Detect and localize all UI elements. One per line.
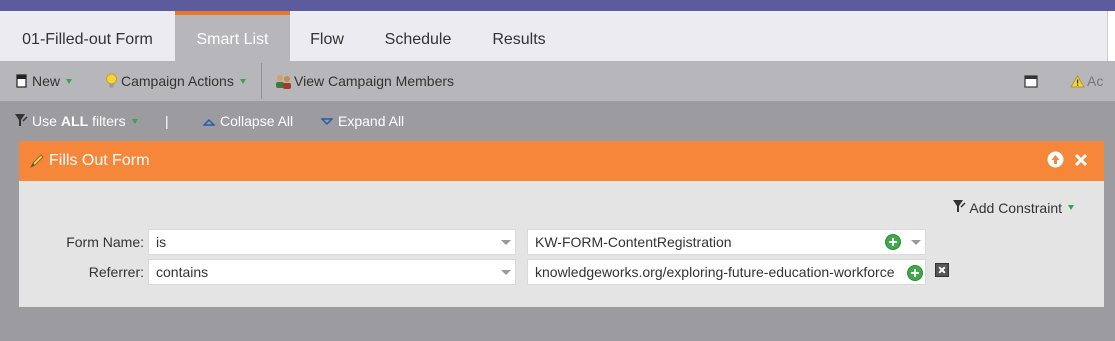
- filter-logic-button[interactable]: Use ALL filters: [14, 101, 138, 141]
- form-name-value: KW-FORM-ContentRegistration: [535, 234, 732, 250]
- add-constraint-button[interactable]: Add Constraint: [952, 198, 1074, 217]
- people-icon: [275, 74, 292, 89]
- filter-funnel-icon: [952, 198, 966, 217]
- new-menu-button[interactable]: New: [16, 61, 73, 101]
- top-accent-bar: [0, 0, 1115, 11]
- campaign-actions-label: Campaign Actions: [121, 73, 234, 89]
- move-up-icon[interactable]: [1047, 151, 1064, 173]
- use-all-emphasis: ALL: [60, 113, 89, 129]
- close-icon[interactable]: [1074, 153, 1088, 172]
- expand-label: Expand All: [338, 113, 405, 129]
- filter-options-bar: Use ALL filters | Collapse All Expand Al…: [0, 101, 1115, 141]
- activate-button[interactable]: Ac: [1070, 61, 1103, 101]
- chevron-down-icon: [66, 78, 73, 84]
- referrer-operator-select[interactable]: contains: [148, 259, 516, 285]
- chevron-down-icon: [1068, 205, 1074, 210]
- operator-value: contains: [156, 264, 209, 280]
- tab-bar: 01-Filled-out Form Smart List Flow Sched…: [0, 11, 1115, 61]
- form-name-value-select[interactable]: KW-FORM-ContentRegistration: [527, 229, 926, 255]
- filter-card-header: Fills Out Form: [19, 141, 1104, 181]
- lightbulb-icon: [105, 73, 118, 89]
- campaign-actions-button[interactable]: Campaign Actions: [105, 61, 246, 101]
- collapse-label: Collapse All: [220, 113, 294, 129]
- view-campaign-members-button[interactable]: View Campaign Members: [275, 61, 454, 101]
- chevron-down-icon: [501, 240, 511, 245]
- add-value-icon[interactable]: [907, 265, 923, 281]
- use-prefix: Use: [32, 113, 57, 129]
- add-constraint-label: Add Constraint: [969, 199, 1062, 216]
- warning-icon: [1070, 74, 1085, 88]
- filter-title: Fills Out Form: [49, 152, 150, 169]
- expand-all-button[interactable]: Expand All: [320, 101, 405, 141]
- chevron-down-icon: [501, 270, 511, 275]
- chevron-down-icon: [131, 118, 138, 124]
- referrer-value-input[interactable]: knowledgeworks.org/exploring-future-educ…: [527, 259, 926, 285]
- filter-card: Fills Out Form Add Constraint Form Name:…: [19, 141, 1104, 307]
- add-value-icon[interactable]: [885, 234, 901, 250]
- form-name-label: Form Name:: [66, 234, 144, 250]
- use-suffix: filters: [92, 113, 126, 129]
- toolbar: New Campaign Actions View Campaign Membe…: [0, 61, 1115, 101]
- window-icon: [1024, 74, 1038, 88]
- scroll-edge: [1107, 11, 1115, 61]
- tab-results[interactable]: Results: [472, 11, 566, 61]
- toolbar-divider: [261, 63, 262, 99]
- tab-flow[interactable]: Flow: [290, 11, 364, 61]
- filter-funnel-icon: [14, 112, 28, 131]
- new-label: New: [32, 73, 61, 89]
- new-doc-icon: [16, 74, 27, 88]
- tab-schedule[interactable]: Schedule: [364, 11, 472, 61]
- chevron-down-icon: [911, 240, 921, 245]
- collapse-icon: [202, 113, 216, 129]
- operator-value: is: [156, 234, 167, 250]
- pencil-icon: [29, 153, 45, 174]
- view-members-label: View Campaign Members: [294, 73, 455, 89]
- delete-row-icon[interactable]: [935, 263, 949, 277]
- chevron-down-icon: [239, 78, 246, 84]
- new-window-button[interactable]: [1024, 61, 1038, 101]
- activate-label: Ac: [1087, 73, 1104, 89]
- expand-icon: [320, 113, 334, 129]
- tab-smart-list[interactable]: Smart List: [175, 11, 290, 61]
- tab-form[interactable]: 01-Filled-out Form: [0, 11, 175, 61]
- collapse-all-button[interactable]: Collapse All: [202, 101, 294, 141]
- filter-separator: |: [165, 113, 169, 129]
- form-name-operator-select[interactable]: is: [148, 229, 516, 255]
- referrer-label: Referrer:: [88, 264, 144, 280]
- referrer-value: knowledgeworks.org/exploring-future-educ…: [535, 264, 895, 280]
